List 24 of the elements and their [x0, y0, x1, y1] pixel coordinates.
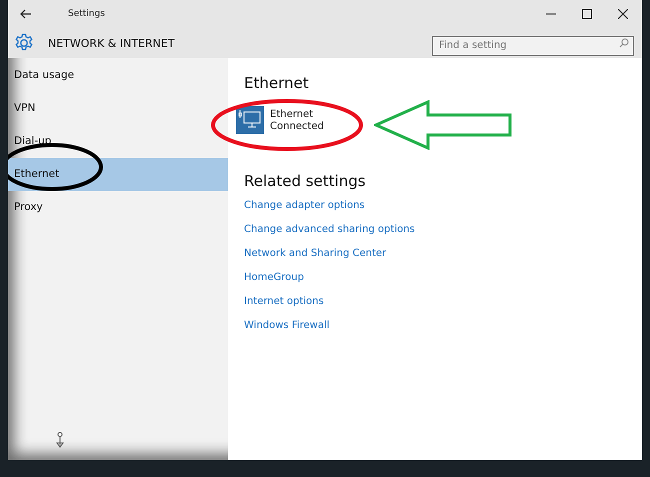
settings-link[interactable]: Internet options: [244, 296, 324, 307]
settings-link[interactable]: Change adapter options: [244, 200, 365, 211]
settings-link[interactable]: Windows Firewall: [244, 320, 330, 331]
search-field[interactable]: Find a setting: [432, 36, 634, 56]
connection-name: Ethernet: [270, 108, 314, 120]
sidebar-item[interactable]: Data usage: [8, 64, 228, 97]
search-icon: [619, 38, 629, 48]
settings-link[interactable]: HomeGroup: [244, 272, 304, 283]
gear-icon: [14, 33, 34, 53]
close-icon[interactable]: [618, 9, 628, 19]
section-heading: Ethernet: [244, 74, 309, 92]
section-heading: Related settings: [244, 172, 366, 190]
sidebar-item[interactable]: VPN: [8, 97, 228, 130]
settings-link[interactable]: Network and Sharing Center: [244, 248, 386, 259]
window-title: Settings: [68, 9, 105, 19]
sidebar-item[interactable]: Ethernet: [8, 158, 228, 191]
back-arrow-icon[interactable]: [20, 9, 32, 19]
sidebar-item[interactable]: Proxy: [8, 196, 228, 229]
connection-status: Connected: [270, 120, 324, 132]
resize-cursor-icon: [56, 432, 64, 448]
maximize-icon[interactable]: [582, 9, 592, 19]
monitor-icon: [236, 106, 264, 134]
page-title: NETWORK & INTERNET: [48, 36, 175, 50]
settings-link[interactable]: Change advanced sharing options: [244, 224, 415, 235]
